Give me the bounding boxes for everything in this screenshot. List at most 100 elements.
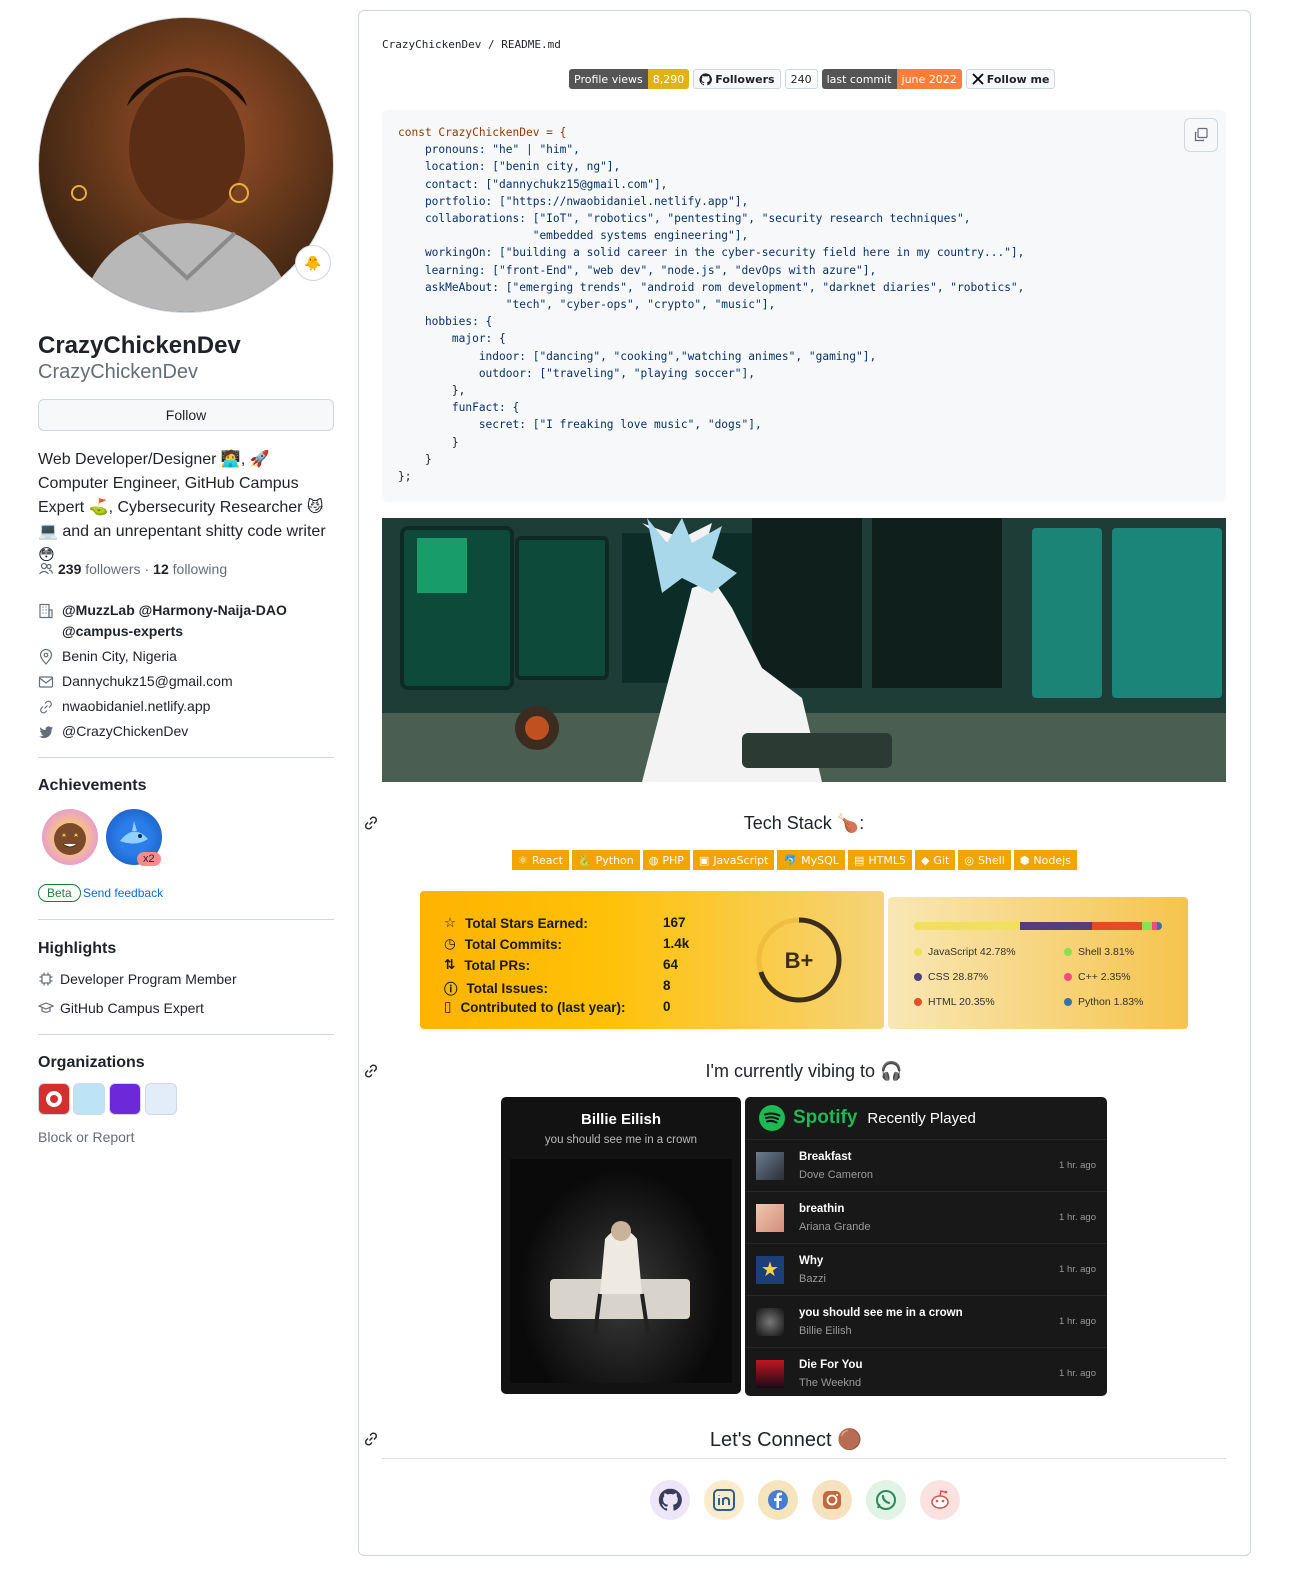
tech-badge-mysql[interactable]: 🐬 MySQL xyxy=(777,850,845,870)
followers-link[interactable]: 239 followers xyxy=(58,561,141,577)
track-row[interactable]: you should see me in a crown Billie Eilis… xyxy=(745,1295,1107,1347)
org-avatar-daouniversity[interactable] xyxy=(109,1083,141,1115)
language-dot xyxy=(1064,973,1072,981)
language-bar-segment xyxy=(1142,922,1152,930)
organizations-title: Organizations xyxy=(38,1054,145,1071)
code-line: secret: ["I freaking love music", "dogs"… xyxy=(398,418,762,432)
send-feedback-link[interactable]: Send feedback xyxy=(83,886,163,900)
whatsapp-social-icon[interactable] xyxy=(866,1480,906,1520)
divider xyxy=(38,1034,334,1035)
stat-contributed-value: 0 xyxy=(663,999,671,1014)
history-icon: ◷ xyxy=(444,936,456,951)
reddit-social-icon[interactable] xyxy=(920,1480,960,1520)
language-item-python: Python 1.83% xyxy=(1064,996,1143,1008)
code-line: workingOn: ["building a solid career in … xyxy=(398,246,1025,260)
organization-icon xyxy=(39,603,53,619)
code-line: location: ["benin city, ng"], xyxy=(398,160,621,174)
tech-badges: ⚛ React 🐍 Python ◍ PHP ▣ JavaScript 🐬 MySQL ▤… xyxy=(512,850,1077,870)
divider xyxy=(38,757,334,758)
instagram-social-icon[interactable] xyxy=(812,1480,852,1520)
tech-badge-php[interactable]: ◍ PHP xyxy=(642,850,690,870)
javascript-icon: ▣ xyxy=(698,853,710,867)
people-icon xyxy=(39,562,54,575)
mail-icon xyxy=(38,676,54,688)
tech-badge-javascript[interactable]: ▣ JavaScript xyxy=(692,850,775,870)
org-avatar-muzzlab[interactable] xyxy=(38,1083,70,1115)
code-line: }; xyxy=(398,470,412,484)
org-links[interactable]: @MuzzLab @Harmony-Naija-DAO @campus-expe… xyxy=(62,600,338,642)
react-icon: ⚛ xyxy=(518,853,528,867)
follow-me-badge[interactable]: Follow me xyxy=(965,69,1056,89)
code-line: const CrazyChickenDev = { xyxy=(398,126,567,139)
stat-issues-value: 8 xyxy=(663,978,671,993)
tech-badge-nodejs[interactable]: ⬢ Nodejs xyxy=(1013,850,1077,870)
divider xyxy=(38,919,334,920)
language-item-javascript: JavaScript 42.78% xyxy=(914,946,1016,958)
connect-heading: Let's Connect 🟤 xyxy=(709,1429,863,1451)
website-link[interactable]: nwaobidaniel.netlify.app xyxy=(62,696,210,717)
anchor-link-icon[interactable] xyxy=(363,815,379,831)
badges-row: Profile views 8,290 Followers 240 last co… xyxy=(569,69,1056,89)
spotify-icon xyxy=(759,1105,785,1131)
achievement-starstruck-icon[interactable] xyxy=(42,809,98,865)
github-icon xyxy=(699,72,713,85)
pull-request-icon: ⇅ xyxy=(444,957,456,972)
track-art xyxy=(756,1151,784,1180)
profile-avatar[interactable] xyxy=(38,17,334,313)
anchor-link-icon[interactable] xyxy=(363,1063,379,1079)
issue-icon: ⓘ xyxy=(444,982,458,997)
language-bar-segment xyxy=(1020,922,1092,930)
readme-breadcrumb: CrazyChickenDev / README.md xyxy=(382,38,561,51)
code-line: indoor: ["dancing", "cooking","watching … xyxy=(398,349,877,363)
language-dot xyxy=(914,998,922,1006)
email-link[interactable]: Dannychukz15@gmail.com xyxy=(62,671,233,692)
readme-user-link[interactable]: CrazyChickenDev xyxy=(382,38,481,51)
status-emoji-icon[interactable]: 🐥 xyxy=(295,245,331,281)
highlight-campus-expert: GitHub Campus Expert xyxy=(38,1000,204,1016)
code-block: const CrazyChickenDev = { pronouns: "he"… xyxy=(382,110,1226,502)
track-row[interactable]: ★ Why Bazzi 1 hr. ago xyxy=(745,1243,1107,1295)
org-avatar-harmony-naija[interactable] xyxy=(73,1083,105,1115)
tech-badge-html5[interactable]: ▤ HTML5 xyxy=(847,850,912,870)
rick-lab-image xyxy=(382,518,1226,782)
tech-badge-git[interactable]: ◆ Git xyxy=(914,850,956,870)
github-social-icon[interactable] xyxy=(650,1480,690,1520)
achievement-multiplier: x2 xyxy=(137,852,161,866)
grade-ring: B+ xyxy=(756,917,842,1003)
tech-badge-react[interactable]: ⚛ React xyxy=(512,850,569,870)
stat-commits-value: 1.4k xyxy=(663,936,690,951)
anchor-link-icon[interactable] xyxy=(363,1431,379,1447)
block-or-report-link[interactable]: Block or Report xyxy=(38,1129,134,1145)
follow-button[interactable]: Follow xyxy=(38,399,334,431)
org-info: @MuzzLab @Harmony-Naija-DAO @campus-expe… xyxy=(38,600,338,642)
last-commit-badge[interactable]: last commit june 2022 xyxy=(821,69,962,89)
location-info: Benin City, Nigeria xyxy=(38,646,338,667)
language-dot xyxy=(1064,948,1072,956)
profile-views-badge[interactable]: Profile views 8,290 xyxy=(569,69,690,89)
tech-badge-shell[interactable]: ◎ Shell xyxy=(958,850,1011,870)
track-row[interactable]: Die For You The Weeknd 1 hr. ago xyxy=(745,1347,1107,1399)
readme-file-name: README.md xyxy=(501,38,561,51)
tech-stack-heading: Tech Stack 🍗: xyxy=(743,813,865,833)
code-line: collaborations: ["IoT", "robotics", "pen… xyxy=(398,212,971,226)
divider xyxy=(382,1458,1226,1459)
org-avatar-campus-experts[interactable] xyxy=(145,1083,177,1115)
linkedin-social-icon[interactable] xyxy=(704,1480,744,1520)
language-dot xyxy=(914,973,922,981)
code-line: "tech", "cyber-ops", "crypto", "music"], xyxy=(398,298,776,312)
followers-badge[interactable]: Followers xyxy=(693,69,781,89)
copy-button[interactable] xyxy=(1184,118,1218,152)
code-line: outdoor: ["traveling", "playing soccer"]… xyxy=(398,366,755,380)
tech-badge-python[interactable]: 🐍 Python xyxy=(571,850,640,870)
now-playing-card[interactable]: Billie Eilish you should see me in a cro… xyxy=(501,1097,741,1394)
code-line: major: { xyxy=(398,332,506,346)
track-row[interactable]: Breakfast Dove Cameron 1 hr. ago xyxy=(745,1139,1107,1191)
followers-count-badge[interactable]: 240 xyxy=(784,69,818,89)
facebook-social-icon[interactable] xyxy=(758,1480,798,1520)
star-icon: ☆ xyxy=(444,915,457,930)
following-link[interactable]: 12 following xyxy=(153,561,227,577)
track-row[interactable]: breathin Ariana Grande 1 hr. ago xyxy=(745,1191,1107,1243)
twitter-link[interactable]: @CrazyChickenDev xyxy=(62,721,188,742)
repo-icon: ▯ xyxy=(444,999,452,1014)
code-line: pronouns: "he" | "him", xyxy=(398,143,580,157)
